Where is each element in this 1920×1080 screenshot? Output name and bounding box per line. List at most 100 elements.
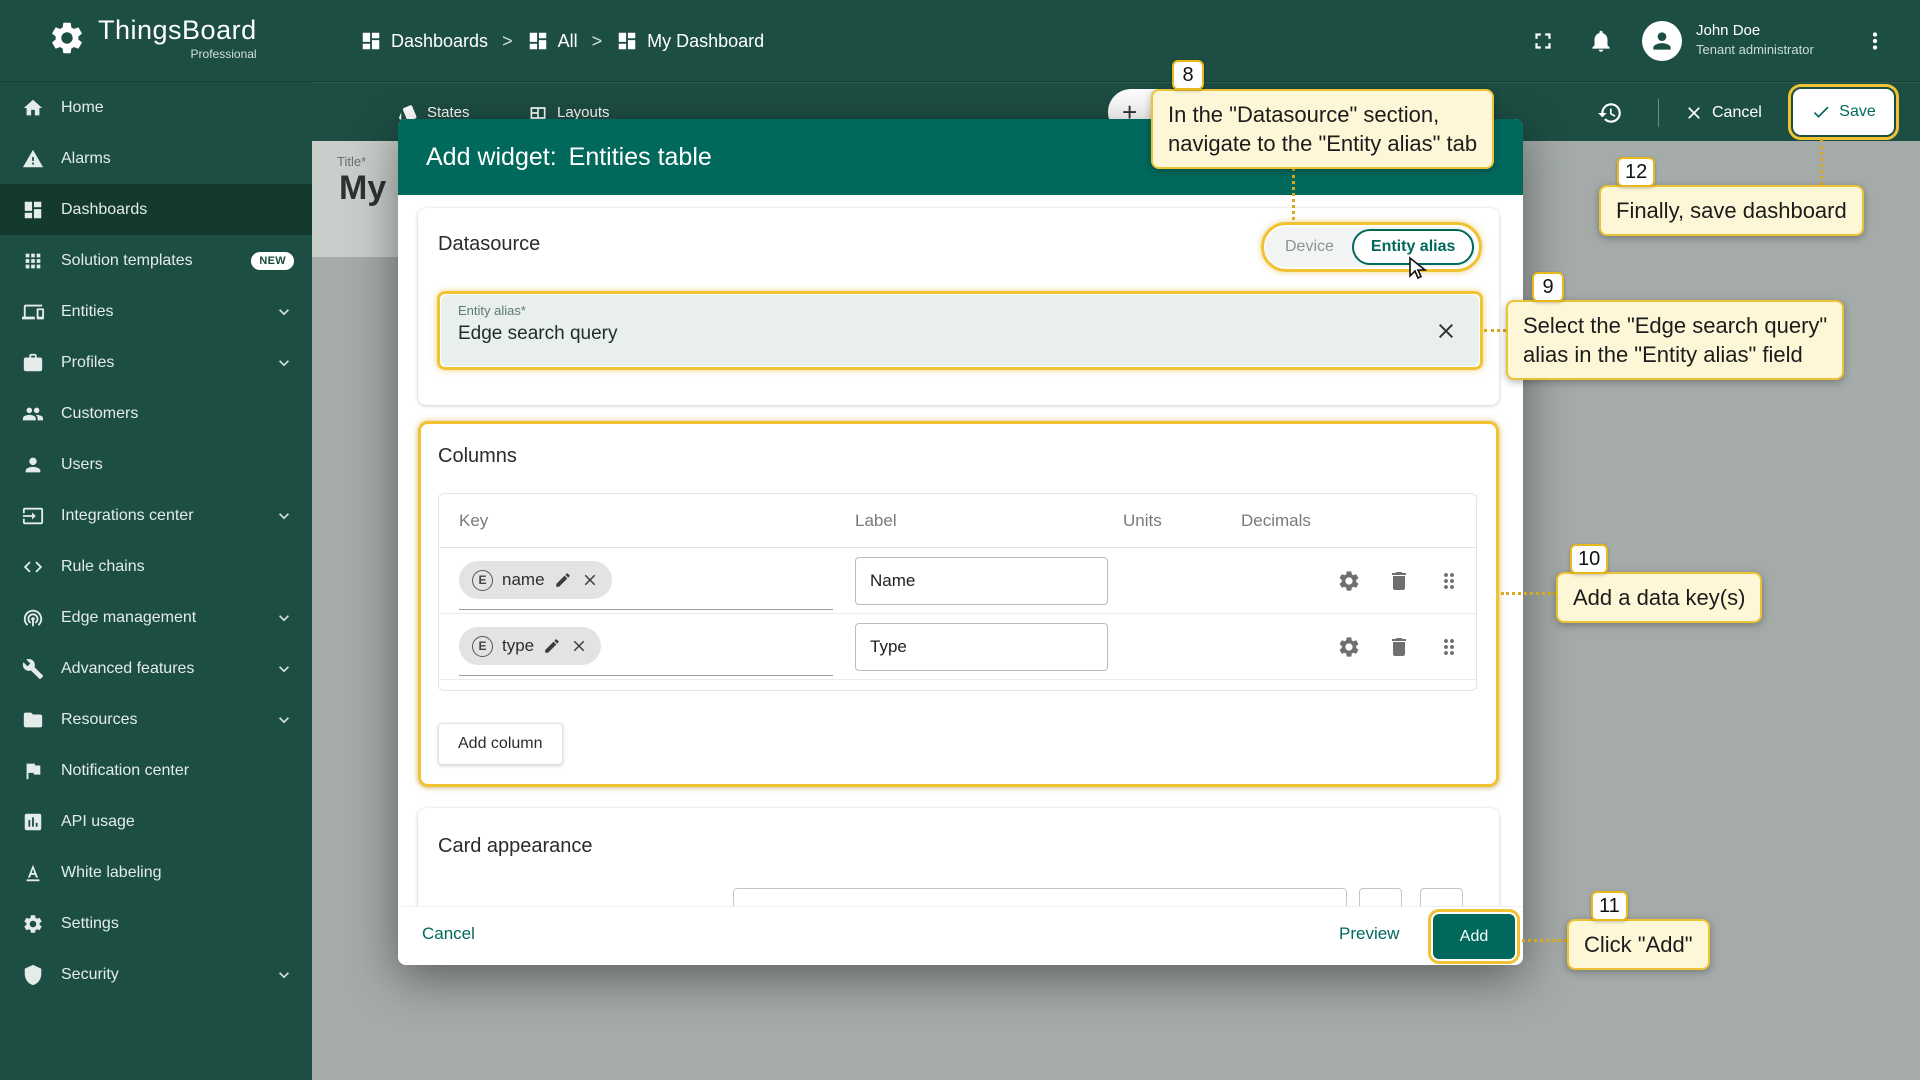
sidebar: Home Alarms Dashboards Solution template… (0, 82, 312, 1080)
chart-icon (22, 811, 44, 833)
folder-icon (22, 709, 44, 731)
callout-step-10: Add a data key(s) (1556, 572, 1762, 623)
add-column-button[interactable]: Add column (438, 723, 563, 765)
dialog-cancel-button[interactable]: Cancel (422, 924, 475, 944)
sidebar-item-entities[interactable]: Entities (0, 286, 312, 337)
key-settings-gear-icon[interactable] (1337, 635, 1361, 659)
history-icon[interactable] (1597, 100, 1623, 126)
columns-table-header: Key Label Units Decimals (439, 494, 1476, 548)
people-icon (22, 403, 44, 425)
cancel-edit-button[interactable]: Cancel (1684, 83, 1762, 142)
user-info: John Doe Tenant administrator (1696, 22, 1814, 57)
sidebar-item-alarms[interactable]: Alarms (0, 133, 312, 184)
sidebar-item-resources[interactable]: Resources (0, 694, 312, 745)
columns-section-label: Columns (438, 445, 517, 468)
column-label-input[interactable] (855, 623, 1108, 671)
code-icon (22, 556, 44, 578)
delete-trash-icon[interactable] (1387, 569, 1411, 593)
dialog-title-prefix: Add widget: (426, 143, 557, 172)
sidebar-item-customers[interactable]: Customers (0, 388, 312, 439)
dialog-add-button[interactable]: Add (1433, 914, 1515, 959)
header-label: Label (855, 511, 1123, 531)
header-decimals: Decimals (1241, 511, 1331, 531)
edit-pencil-icon[interactable] (543, 637, 561, 655)
sidebar-item-solution-templates[interactable]: Solution templates NEW (0, 235, 312, 286)
key-settings-gear-icon[interactable] (1337, 569, 1361, 593)
topbar: ThingsBoard Professional Dashboards > Al… (0, 0, 1920, 82)
check-icon (1811, 102, 1831, 122)
drag-handle-icon[interactable] (1437, 569, 1461, 593)
sidebar-item-settings[interactable]: Settings (0, 898, 312, 949)
save-dashboard-label: Save (1839, 103, 1875, 121)
save-dashboard-button[interactable]: Save (1793, 89, 1894, 135)
fullscreen-icon[interactable] (1530, 28, 1556, 54)
logo: ThingsBoard Professional (48, 15, 257, 61)
connector-line (1501, 592, 1556, 595)
entity-field-icon: E (472, 570, 493, 591)
chevron-down-icon[interactable] (274, 302, 294, 322)
kebab-menu-icon[interactable] (1862, 28, 1888, 54)
sidebar-item-edge-management[interactable]: Edge management (0, 592, 312, 643)
toolbar-divider (1658, 99, 1659, 127)
connector-line (1522, 939, 1567, 942)
notifications-bell-icon[interactable] (1588, 28, 1614, 54)
entity-alias-field-value: Edge search query (458, 323, 618, 345)
mouse-cursor-icon (1406, 256, 1430, 280)
sidebar-item-integrations-center[interactable]: Integrations center (0, 490, 312, 541)
sidebar-item-api-usage[interactable]: API usage (0, 796, 312, 847)
logo-title: ThingsBoard (98, 15, 257, 46)
sidebar-item-rule-chains[interactable]: Rule chains (0, 541, 312, 592)
datasource-section-label: Datasource (438, 233, 540, 256)
column-label-input[interactable] (855, 557, 1108, 605)
chevron-down-icon[interactable] (274, 353, 294, 373)
connector-line (1292, 168, 1295, 220)
chevron-down-icon[interactable] (274, 659, 294, 679)
sidebar-item-notification-center[interactable]: Notification center (0, 745, 312, 796)
sidebar-item-dashboards[interactable]: Dashboards (0, 184, 312, 235)
chevron-down-icon[interactable] (274, 608, 294, 628)
breadcrumb-all[interactable]: All (527, 30, 578, 52)
edit-pencil-icon[interactable] (554, 571, 572, 589)
header-key: Key (459, 511, 855, 531)
key-cell: E name (459, 552, 833, 610)
briefcase-icon (22, 352, 44, 374)
flag-icon (22, 760, 44, 782)
breadcrumb-my-dashboard[interactable]: My Dashboard (616, 30, 764, 52)
chevron-down-icon[interactable] (274, 506, 294, 526)
apps-grid-icon (22, 250, 44, 272)
chevron-down-icon[interactable] (274, 965, 294, 985)
remove-key-icon[interactable] (570, 637, 588, 655)
sidebar-item-white-labeling[interactable]: White labeling (0, 847, 312, 898)
chevron-down-icon[interactable] (274, 710, 294, 730)
sidebar-item-profiles[interactable]: Profiles (0, 337, 312, 388)
breadcrumb-label: All (558, 31, 578, 52)
entity-alias-field-label: Entity alias* (458, 303, 526, 318)
logo-subtitle: Professional (98, 47, 257, 61)
sidebar-item-users[interactable]: Users (0, 439, 312, 490)
drag-handle-icon[interactable] (1437, 635, 1461, 659)
sidebar-item-advanced-features[interactable]: Advanced features (0, 643, 312, 694)
callout-step-12: Finally, save dashboard (1599, 185, 1864, 236)
person-icon (22, 454, 44, 476)
remove-key-icon[interactable] (581, 571, 599, 589)
breadcrumb-separator: > (502, 31, 513, 52)
breadcrumb-dashboards[interactable]: Dashboards (360, 30, 488, 52)
new-badge: NEW (251, 252, 294, 270)
table-row: E name (439, 548, 1476, 614)
sidebar-item-home[interactable]: Home (0, 82, 312, 133)
step-number-badge: 10 (1570, 544, 1608, 574)
dashboard-title-label: Title* (337, 154, 366, 169)
delete-trash-icon[interactable] (1387, 635, 1411, 659)
clear-icon[interactable] (1434, 319, 1458, 343)
data-key-name: name (502, 570, 545, 590)
entity-alias-field[interactable]: Entity alias* Edge search query (441, 295, 1479, 366)
breadcrumb-separator: > (592, 31, 603, 52)
data-key-chip[interactable]: E name (459, 561, 612, 599)
data-key-chip[interactable]: E type (459, 627, 601, 665)
sidebar-item-security[interactable]: Security (0, 949, 312, 1000)
toggle-device[interactable]: Device (1267, 238, 1352, 256)
callout-step-11: Click "Add" (1567, 919, 1710, 970)
avatar[interactable] (1642, 21, 1682, 61)
dashboard-icon (360, 30, 382, 52)
dialog-preview-button[interactable]: Preview (1339, 924, 1399, 944)
